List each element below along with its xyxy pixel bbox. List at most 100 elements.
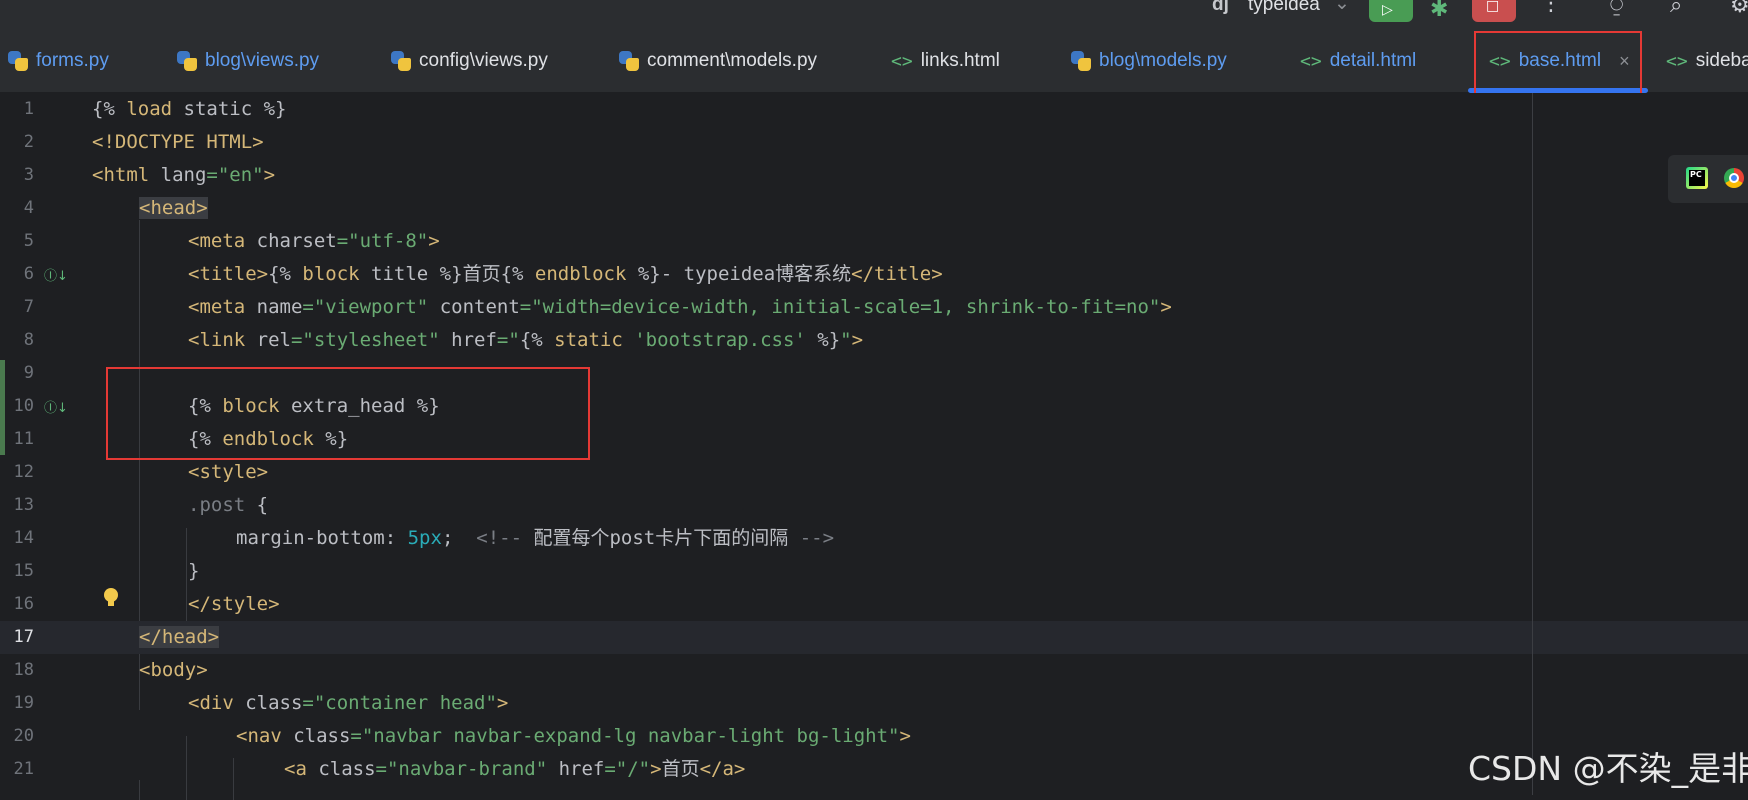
debug-icon[interactable]: ✱ xyxy=(1430,0,1448,21)
title-bar: dj typeidea ⌄ ▷ ✱ □ ⋮ ⍜ ⌕ ⚙ xyxy=(0,0,1748,30)
code-token: = xyxy=(336,230,349,252)
code-token: {% xyxy=(500,263,535,285)
settings-icon[interactable]: ⚙ xyxy=(1730,0,1748,17)
code-token: = xyxy=(302,692,314,714)
line-number: 11 xyxy=(13,429,34,449)
tab-blog-views-py[interactable]: blog\views.py xyxy=(177,30,319,92)
code-line: 5 <meta charset="utf-8"> xyxy=(0,225,1748,258)
tab-label: comment\models.py xyxy=(647,50,818,71)
code-line: 8 <link rel="stylesheet" href="{% static… xyxy=(0,324,1748,357)
run-button[interactable]: ▷ xyxy=(1369,0,1413,22)
code-token: charset xyxy=(256,230,337,252)
line-number: 9 xyxy=(23,363,34,383)
tab-config-views-py[interactable]: config\views.py xyxy=(391,30,548,92)
tab-comment-models-py[interactable]: comment\models.py xyxy=(619,30,817,92)
code-token: <div xyxy=(188,692,246,714)
code-token: {% xyxy=(519,329,555,351)
code-token: > xyxy=(851,329,864,351)
code-token: ; xyxy=(441,527,477,549)
code-token: 卡片下面的间隔 xyxy=(655,527,789,549)
code-token: > xyxy=(1160,296,1172,318)
html-file-icon: <> xyxy=(1300,50,1322,72)
code-token: {% xyxy=(268,263,303,285)
code-token: <link xyxy=(188,329,257,351)
tab-label: blog\models.py xyxy=(1099,50,1227,71)
code-line: 2 <!DOCTYPE HTML> xyxy=(0,126,1748,159)
line-number: 13 xyxy=(13,495,34,515)
implements-icon[interactable]: Ⓘ↓ xyxy=(44,397,68,417)
line-number: 2 xyxy=(23,132,34,152)
python-file-icon xyxy=(391,51,411,71)
code-token: href xyxy=(439,329,497,351)
code-token: name xyxy=(256,296,303,318)
stop-icon: □ xyxy=(1486,0,1500,14)
code-token: <meta xyxy=(188,230,257,252)
code-token: endblock xyxy=(534,263,627,285)
line-number: 3 xyxy=(23,165,34,185)
code-token: %} xyxy=(805,329,841,351)
more-actions-icon[interactable]: ⋮ xyxy=(1540,0,1562,15)
python-file-icon xyxy=(619,51,639,71)
line-number: 15 xyxy=(13,561,34,581)
code-token: </title> xyxy=(851,263,943,285)
code-line: 1 {% load static %} xyxy=(0,93,1748,126)
code-token: "width=device-width, initial-scale=1, sh… xyxy=(531,296,1161,318)
html-file-icon: <> xyxy=(1666,50,1688,72)
tab-label: links.html xyxy=(920,50,1000,71)
code-token: post xyxy=(609,527,656,549)
code-line: 14 margin-bottom: 5px; <!-- 配置每个post卡片下面… xyxy=(0,522,1748,555)
chrome-icon[interactable] xyxy=(1724,168,1744,188)
code-token: block xyxy=(302,263,360,285)
tab-forms-py[interactable]: forms.py xyxy=(8,30,109,92)
vcs-change-marker[interactable] xyxy=(0,360,5,455)
code-token: = xyxy=(350,725,362,747)
line-number: 1 xyxy=(23,99,34,119)
search-icon[interactable]: ⌕ xyxy=(1670,0,1682,17)
project-selector[interactable]: typeidea xyxy=(1248,0,1320,16)
code-token: %} xyxy=(626,263,661,285)
code-token: <head> xyxy=(139,197,208,219)
code-token: "utf-8" xyxy=(348,230,429,252)
tab-label: blog\views.py xyxy=(205,50,320,71)
code-line: 6 Ⓘ↓ <title>{% block title %}首页{% endblo… xyxy=(0,258,1748,291)
chevron-down-icon[interactable]: ⌄ xyxy=(1334,0,1350,15)
tab-links-html[interactable]: <> links.html xyxy=(891,30,1000,92)
stop-button[interactable]: □ xyxy=(1472,0,1516,22)
tab-blog-models-py[interactable]: blog\models.py xyxy=(1071,30,1227,92)
django-icon: dj xyxy=(1212,0,1229,15)
watermark: CSDN @不染_是非 xyxy=(1468,749,1748,788)
tab-detail-html[interactable]: <> detail.html xyxy=(1300,30,1416,92)
add-user-icon[interactable]: ⍜ xyxy=(1610,0,1623,17)
line-number: 12 xyxy=(13,462,34,482)
code-token: <html xyxy=(92,164,161,186)
code-token: > xyxy=(650,758,662,780)
code-token: title %} xyxy=(359,263,463,285)
line-number: 14 xyxy=(13,528,34,548)
code-token: "stylesheet" xyxy=(302,329,440,351)
code-line: 4 <head> xyxy=(0,192,1748,225)
code-token: <nav xyxy=(236,725,294,747)
code-token: - typeidea xyxy=(660,263,776,285)
line-number: 6 xyxy=(23,264,34,284)
code-token: class xyxy=(293,725,351,747)
tab-label: sideba xyxy=(1695,50,1748,71)
code-token: content xyxy=(428,296,520,318)
code-token: = xyxy=(290,329,303,351)
tab-label: detail.html xyxy=(1329,50,1417,71)
python-file-icon xyxy=(177,51,197,71)
implements-icon[interactable]: Ⓘ↓ xyxy=(44,265,68,285)
code-token: 博客系统 xyxy=(775,263,852,285)
tab-sidebar-html[interactable]: <> sideba xyxy=(1666,30,1748,92)
code-line: 3 <html lang="en"> xyxy=(0,159,1748,192)
code-token: margin-bottom xyxy=(236,527,385,549)
code-token: " xyxy=(840,329,852,351)
code-token: > xyxy=(263,164,276,186)
code-token: rel xyxy=(256,329,291,351)
line-number: 10 xyxy=(13,396,34,416)
lightbulb-icon[interactable] xyxy=(104,588,118,606)
code-line: 19 <div class="container head"> xyxy=(0,687,1748,720)
pycharm-icon[interactable]: PC xyxy=(1686,167,1708,189)
code-token: "navbar navbar-expand-lg navbar-light bg… xyxy=(361,725,900,747)
run-icon: ▷ xyxy=(1382,2,1393,18)
